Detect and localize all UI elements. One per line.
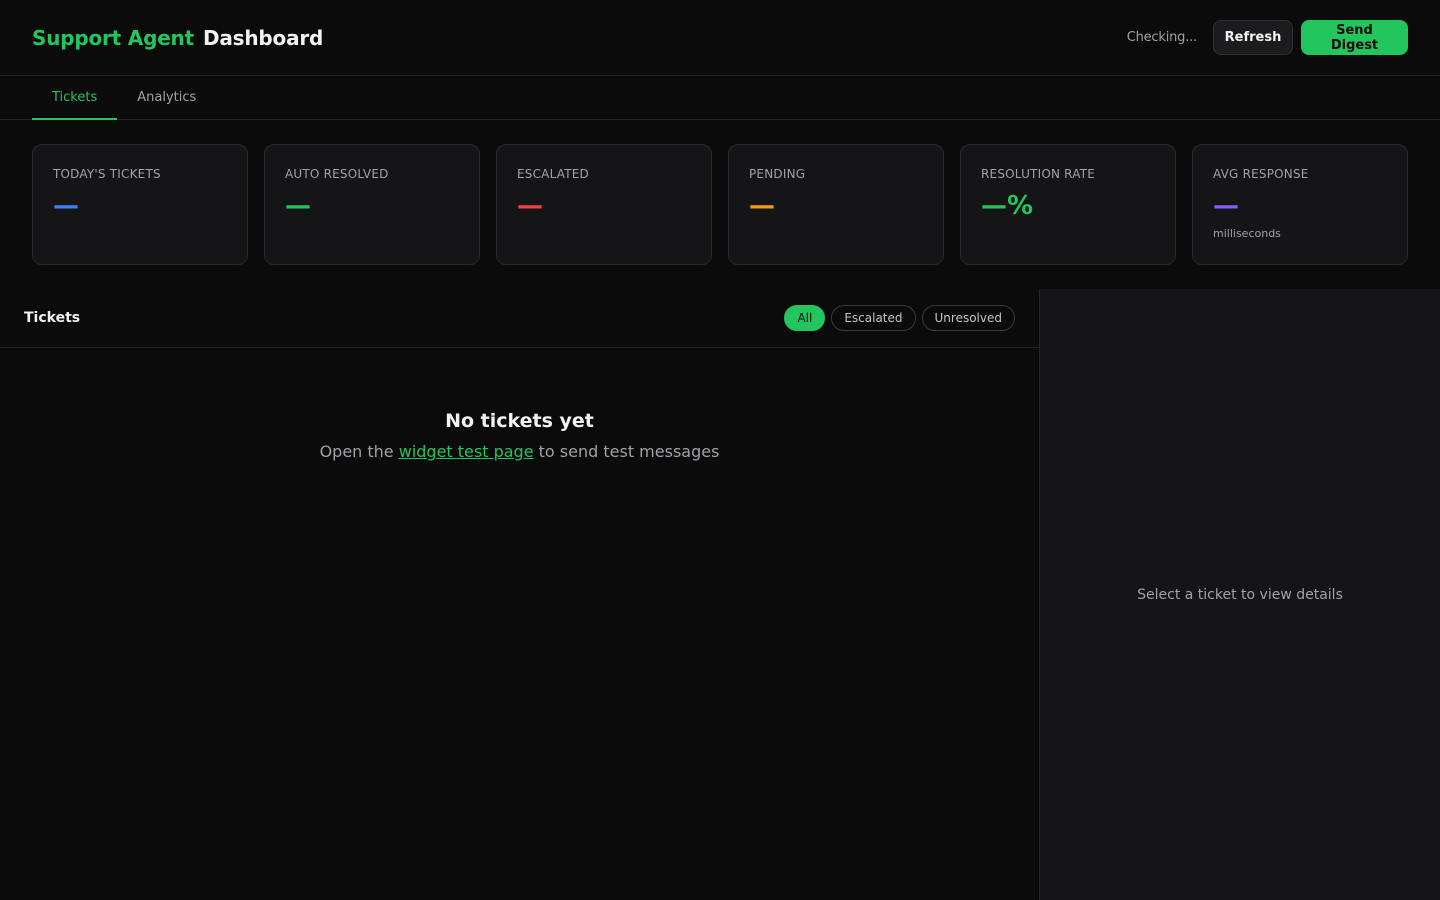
stat-label: Today's Tickets xyxy=(53,167,161,181)
stat-card-resolution-rate: Resolution Rate —% xyxy=(960,144,1176,265)
header-actions: Checking... Refresh Send Digest xyxy=(1127,20,1408,55)
empty-state-suffix: to send test messages xyxy=(533,442,720,461)
ticket-list-panel: Tickets All Escalated Unresolved No tick… xyxy=(0,289,1039,900)
ticket-list-header: Tickets All Escalated Unresolved xyxy=(0,289,1039,348)
stat-label: Avg Response xyxy=(1213,167,1309,181)
ticket-filters: All Escalated Unresolved xyxy=(784,305,1015,331)
stat-label: Pending xyxy=(749,167,806,181)
ticket-list-title: Tickets xyxy=(24,310,81,326)
stat-card-auto-resolved: Auto Resolved — xyxy=(264,144,480,265)
stat-card-todays-tickets: Today's Tickets — xyxy=(32,144,248,265)
stat-unit: milliseconds xyxy=(1213,227,1281,240)
stat-card-avg-response: Avg Response — milliseconds xyxy=(1192,144,1408,265)
widget-test-page-link[interactable]: widget test page xyxy=(399,442,534,461)
stat-label: Resolution Rate xyxy=(981,167,1095,181)
stat-value: — xyxy=(517,191,543,221)
tab-tickets[interactable]: Tickets xyxy=(32,76,118,120)
brand-main: Dashboard xyxy=(202,25,324,50)
filter-all[interactable]: All xyxy=(784,305,826,331)
empty-state-title: No tickets yet xyxy=(445,410,594,432)
stat-value: —% xyxy=(981,191,1034,221)
send-digest-button[interactable]: Send Digest xyxy=(1301,20,1408,55)
stat-value: — xyxy=(1213,191,1239,221)
stat-value: — xyxy=(53,191,79,221)
ticket-detail-panel: Select a ticket to view details xyxy=(1039,289,1440,900)
stats-row: Today's Tickets — Auto Resolved — Escala… xyxy=(0,120,1440,265)
stat-label: Escalated xyxy=(517,167,589,181)
brand-title: Support Agent Dashboard xyxy=(32,26,323,50)
filter-escalated[interactable]: Escalated xyxy=(831,305,916,331)
stat-card-pending: Pending — xyxy=(728,144,944,265)
tab-bar: Tickets Analytics xyxy=(0,76,1440,120)
stat-value: — xyxy=(749,191,775,221)
empty-state-prefix: Open the xyxy=(319,442,399,461)
empty-state: No tickets yet Open the widget test page… xyxy=(0,348,1039,461)
filter-unresolved[interactable]: Unresolved xyxy=(921,305,1015,331)
brand-accent: Support Agent xyxy=(32,25,194,50)
detail-placeholder: Select a ticket to view details xyxy=(1137,586,1343,603)
empty-state-text: Open the widget test page to send test m… xyxy=(0,442,1039,461)
top-header: Support Agent Dashboard Checking... Refr… xyxy=(0,0,1440,76)
refresh-button[interactable]: Refresh xyxy=(1213,20,1293,55)
main-content: Tickets All Escalated Unresolved No tick… xyxy=(0,289,1440,900)
stat-label: Auto Resolved xyxy=(285,167,389,181)
tab-analytics[interactable]: Analytics xyxy=(117,76,216,119)
stat-card-escalated: Escalated — xyxy=(496,144,712,265)
connection-status: Checking... xyxy=(1126,30,1197,45)
stat-value: — xyxy=(285,191,311,221)
